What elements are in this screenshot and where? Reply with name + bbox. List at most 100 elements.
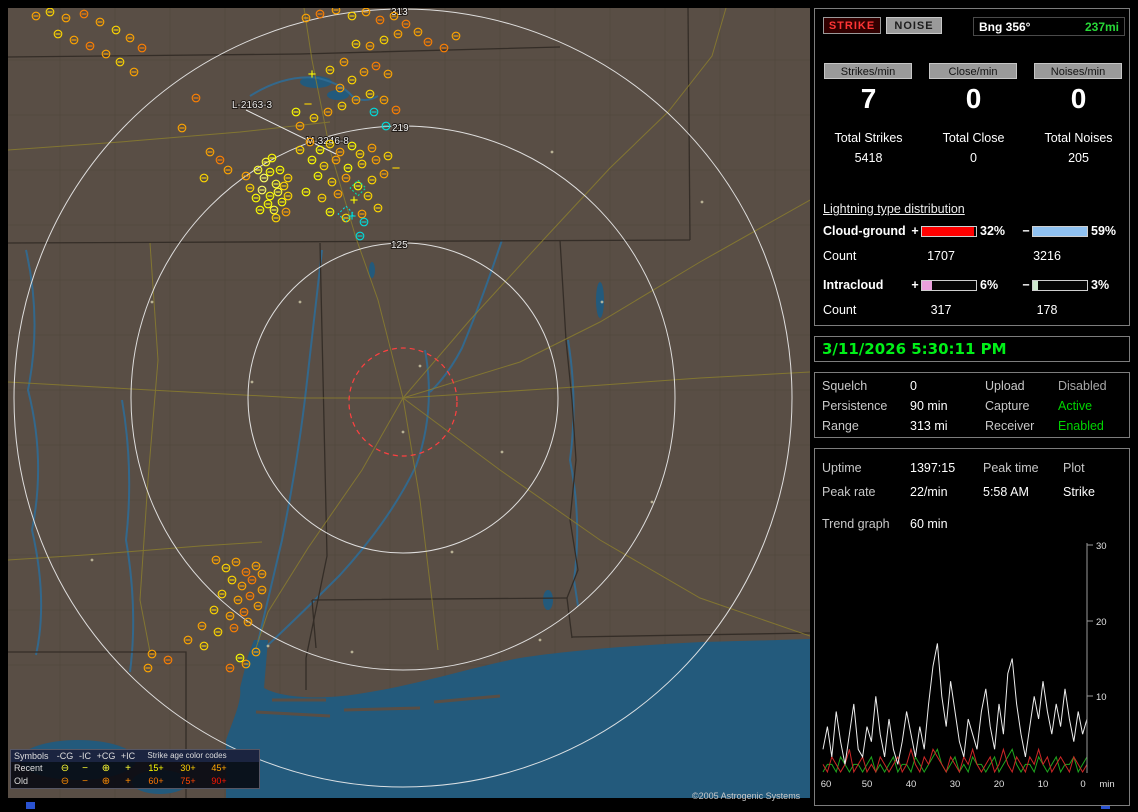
ic-minus-pct: 3% [1088,278,1121,292]
intracloud-row: Intracloud + 6% − 3% [823,278,1121,292]
legend-row-recent: Recent ⊖ − ⊕ + 15+ 30+ 45+ [11,762,259,775]
legend-col-pic: +IC [117,750,139,762]
legend-header: Symbols -CG -IC +CG +IC Strike age color… [11,750,259,762]
legend-col--cg: -CG [55,750,75,762]
xtick-0: 0 [1080,779,1085,790]
plus-sign: + [909,224,921,238]
neg-ic-icon: − [75,762,95,775]
count-label: Count [823,303,856,317]
legend-old-label: Old [11,775,55,788]
range-label: Range [822,419,859,433]
strike-legend: Symbols -CG -IC +CG +IC Strike age color… [10,749,260,789]
legend-recent-label: Recent [11,762,55,775]
xtick-20: 20 [994,779,1005,790]
squelch-value: 0 [910,379,917,393]
xtick-unit: min [1099,779,1114,790]
ytick-10: 10 [1096,692,1107,703]
total-close-value: 0 [921,151,1026,165]
total-close-label: Total Close [921,131,1026,145]
age-60: 60+ [139,775,173,788]
total-noises-label: Total Noises [1026,131,1131,145]
ic-minus-count: 178 [1019,303,1075,317]
strike-stats-panel: STRIKE NOISE Bng 356° 237mi Strikes/min … [814,8,1130,326]
total-noises-value: 205 [1026,151,1131,165]
strike-toggle-button[interactable]: STRIKE [823,17,881,34]
capture-status: Active [1058,399,1092,413]
total-strikes-label: Total Strikes [816,131,921,145]
upload-label: Upload [985,379,1025,393]
age-30: 30+ [173,762,203,775]
cloud-ground-row: Cloud-ground + 32% − 59% [823,224,1121,238]
copyright-text: ©2005 Astrogenic Systems [692,791,800,801]
trend-series [823,643,1087,772]
trend-x-labels: 60 50 40 30 20 10 0 min [821,779,1115,790]
cg-plus-pct: 32% [977,224,1020,238]
ytick-30: 30 [1096,541,1107,552]
upload-status: Disabled [1058,379,1107,393]
xtick-40: 40 [906,779,917,790]
minus-sign: − [1020,278,1032,292]
legend-age-title: Strike age color codes [139,750,235,762]
neg-ic-icon: − [75,775,95,788]
status-panel: Squelch 0 Persistence 90 min Range 313 m… [814,372,1130,438]
cloud-ground-label: Cloud-ground [823,224,909,238]
legend-symbols-title: Symbols [11,750,55,762]
ic-plus-count: 317 [913,303,969,317]
current-datetime: 3/11/2026 5:30:11 PM [815,337,1129,361]
ic-count-row: Count 317 178 [823,303,1123,317]
count-label: Count [823,249,856,263]
app-window: { "map": { "ring_labels": ["313", "219",… [0,0,1138,812]
cg-count-row: Count 1707 3216 [823,249,1123,263]
persistence-value: 90 min [910,399,948,413]
ic-plus-bar [921,280,977,291]
noises-per-min-button[interactable]: Noises/min [1034,63,1122,79]
persistence-label: Persistence [822,399,887,413]
capture-label: Capture [985,399,1029,413]
squelch-label: Squelch [822,379,867,393]
window-handle-left[interactable] [26,802,35,809]
age-45: 45+ [203,762,235,775]
bearing-value: Bng 356° [979,20,1030,34]
close-per-min-value: 0 [921,83,1026,115]
neg-cg-icon: ⊖ [55,762,75,775]
ic-plus-pct: 6% [977,278,1020,292]
age-75: 75+ [173,775,203,788]
ring-label-219: 219 [392,123,409,134]
legend-row-old: Old ⊖ − ⊕ + 60+ 75+ 90+ [11,775,259,788]
legend-col-pcg: +CG [95,750,117,762]
cg-plus-bar [921,226,977,237]
xtick-50: 50 [862,779,873,790]
lightning-map[interactable]: 313 219 125 L-2163-3 M-3246-8 [8,8,810,798]
receiver-status: Enabled [1058,419,1104,433]
age-15: 15+ [139,762,173,775]
cg-minus-pct: 59% [1088,224,1121,238]
noises-per-min-value: 0 [1026,83,1131,115]
ytick-20: 20 [1096,617,1107,628]
pos-ic-icon: + [117,762,139,775]
noise-toggle-button[interactable]: NOISE [886,17,942,34]
cg-minus-bar [1032,226,1088,237]
cg-minus-count: 3216 [1019,249,1075,263]
strikes-per-min-button[interactable]: Strikes/min [824,63,912,79]
neg-cg-icon: ⊖ [55,775,75,788]
map-canvas[interactable]: 313 219 125 L-2163-3 M-3246-8 [8,8,810,798]
age-90: 90+ [203,775,235,788]
bearing-readout: Bng 356° 237mi [973,17,1125,36]
xtick-60: 60 [821,779,832,790]
cg-plus-count: 1707 [913,249,969,263]
cell-label-1: L-2163-3 [232,100,272,111]
receiver-label: Receiver [985,419,1034,433]
intracloud-label: Intracloud [823,278,909,292]
ring-label-125: 125 [391,240,408,251]
total-strikes-value: 5418 [816,151,921,165]
close-per-min-button[interactable]: Close/min [929,63,1017,79]
xtick-30: 30 [950,779,961,790]
strikes-per-min-value: 7 [816,83,921,115]
range-value: 313 mi [910,419,948,433]
distribution-title: Lightning type distribution [823,202,965,216]
trend-y-labels: 30 20 10 [1096,541,1107,703]
pos-cg-icon: ⊕ [95,762,117,775]
plus-sign: + [909,278,921,292]
bearing-distance: 237mi [1085,20,1119,34]
datetime-panel: 3/11/2026 5:30:11 PM [814,336,1130,362]
